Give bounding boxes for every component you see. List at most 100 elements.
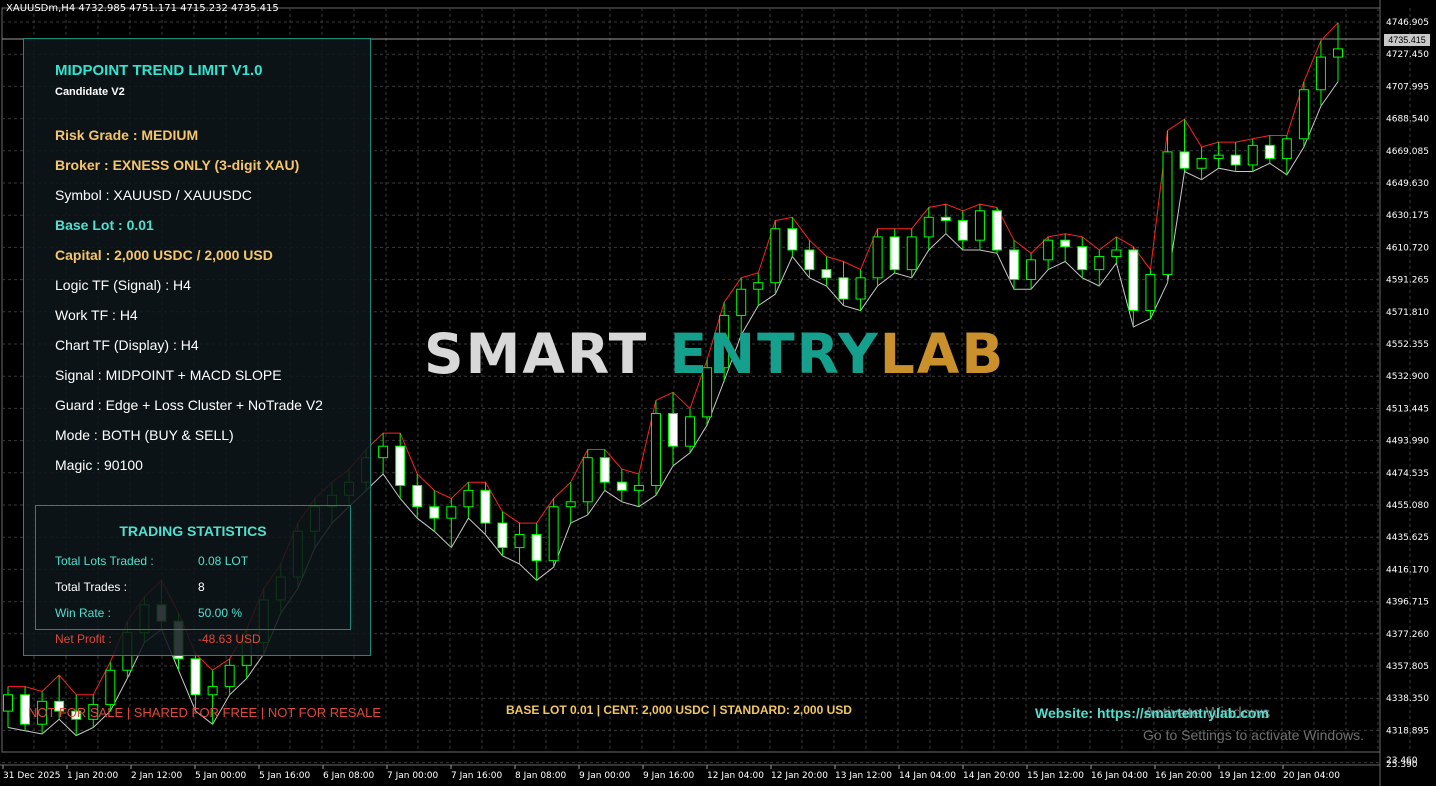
- candle-body: [105, 669, 116, 706]
- time-axis-label: 1 Jan 20:00: [67, 771, 119, 781]
- price-axis-label: 4746.905: [1386, 18, 1429, 28]
- price-axis-label: 4707.995: [1386, 82, 1429, 92]
- price-axis-label: 4669.085: [1386, 147, 1429, 157]
- price-axis: 4746.905 4727.450 4707.995 4688.540 4669.085…: [1379, 0, 1429, 786]
- time-axis-label: 16 Jan 04:00: [1091, 771, 1148, 781]
- panel-row: Logic TF (Signal) : H4: [55, 277, 191, 293]
- time-axis-label: 5 Jan 16:00: [259, 771, 311, 781]
- candle-body: [1213, 154, 1224, 159]
- panel-row: Magic : 90100: [55, 457, 143, 473]
- price-axis-label: 4474.535: [1386, 469, 1429, 479]
- panel-subtitle: Candidate V2: [55, 86, 125, 98]
- candle-body: [1060, 239, 1071, 248]
- candle-body: [804, 249, 815, 271]
- candle-body: [480, 489, 491, 524]
- price-axis-label: 4571.810: [1386, 308, 1429, 318]
- stat-value: -48.63 USD: [198, 632, 261, 646]
- candle-body: [957, 220, 968, 241]
- candle-body: [1026, 259, 1037, 280]
- candle-body: [616, 481, 627, 491]
- candle-body: [650, 413, 661, 486]
- candle-body: [548, 506, 559, 562]
- price-axis-label: 4610.720: [1386, 243, 1429, 253]
- price-axis-label: 4455.080: [1386, 501, 1429, 511]
- stat-label: Total Lots Traded :: [55, 554, 154, 568]
- stats-title: TRADING STATISTICS: [119, 523, 267, 539]
- candle-body: [1009, 249, 1020, 280]
- candle-body: [531, 534, 542, 562]
- time-axis-label: 14 Jan 20:00: [963, 771, 1020, 781]
- candle-body: [1315, 56, 1326, 91]
- candle-body: [940, 216, 951, 222]
- time-axis-label: 9 Jan 00:00: [579, 771, 631, 781]
- trading-statistics-box: TRADING STATISTICS Total Lots Traded : 0.…: [35, 505, 351, 646]
- candle-body: [855, 277, 866, 300]
- time-axis-label: 20 Jan 04:00: [1283, 771, 1340, 781]
- footer-website[interactable]: Website: https://smartentrylab.com: [1035, 705, 1269, 721]
- candle-body: [1196, 157, 1207, 169]
- time-axis-label: 5 Jan 00:00: [195, 771, 247, 781]
- panel-title: MIDPOINT TREND LIMIT V1.0: [55, 62, 263, 79]
- candle-body: [1247, 144, 1258, 166]
- candle-body: [889, 236, 900, 271]
- brand-watermark: SMART ENTRYLAB: [424, 322, 1005, 386]
- candle-body: [582, 457, 593, 503]
- candle-body: [685, 416, 696, 447]
- price-axis-label: 4435.625: [1386, 533, 1429, 543]
- stat-value: 0.08 LOT: [198, 554, 249, 568]
- candle-body: [1094, 256, 1105, 271]
- candle-body: [770, 228, 781, 284]
- time-axis-label: 2 Jan 12:00: [131, 771, 183, 781]
- time-axis-label: 7 Jan 16:00: [451, 771, 503, 781]
- candle-body: [497, 522, 508, 549]
- price-axis-label: 4396.715: [1386, 598, 1429, 608]
- time-axis-label: 12 Jan 20:00: [771, 771, 828, 781]
- price-axis-label: 25.390: [1386, 760, 1418, 770]
- price-axis-label: 4688.540: [1386, 115, 1429, 125]
- current-price-tag: 4735.415: [1384, 34, 1430, 46]
- panel-row: Chart TF (Display) : H4: [55, 337, 199, 353]
- panel-row: Work TF : H4: [55, 307, 138, 323]
- time-axis-label: 12 Jan 04:00: [707, 771, 764, 781]
- time-axis-label: 15 Jan 12:00: [1027, 771, 1084, 781]
- candle-body: [1264, 144, 1275, 159]
- candle-body: [838, 277, 849, 300]
- panel-row: Signal : MIDPOINT + MACD SLOPE: [55, 367, 282, 383]
- candle-body: [395, 445, 406, 486]
- candle-body: [1333, 48, 1343, 58]
- candle-body: [923, 216, 934, 238]
- candle-body: [991, 210, 1002, 251]
- footer-disclaimer: NOT FOR SALE | SHARED FOR FREE | NOT FOR…: [28, 705, 381, 720]
- candle-body: [633, 484, 644, 491]
- time-axis-label: 6 Jan 08:00: [323, 771, 375, 781]
- panel-row: Mode : BOTH (BUY & SELL): [55, 427, 234, 443]
- candle-body: [565, 501, 576, 508]
- time-axis-label: 13 Jan 12:00: [835, 771, 892, 781]
- footer-lot-info: BASE LOT 0.01 | CENT: 2,000 USDC | STAND…: [506, 703, 852, 717]
- time-axis-label: 19 Jan 12:00: [1219, 771, 1276, 781]
- candle-body: [1145, 274, 1156, 312]
- stat-label: Win Rate :: [55, 606, 112, 620]
- symbol-header: XAUUSDm,H4 4732.985 4751.171 4715.232 47…: [6, 3, 279, 14]
- candle-body: [207, 686, 218, 696]
- stat-value: 8: [198, 580, 205, 594]
- candle-body: [1077, 246, 1088, 271]
- price-axis-label: 4513.445: [1386, 404, 1429, 414]
- time-axis-label: 14 Jan 04:00: [899, 771, 956, 781]
- panel-row: Symbol : XAUUSD / XAUUSDC: [55, 187, 252, 203]
- candle-body: [787, 228, 798, 251]
- candle-body: [1298, 89, 1309, 140]
- stat-label: Total Trades :: [55, 580, 128, 594]
- activate-windows-hint: Go to Settings to activate Windows.: [1143, 727, 1364, 743]
- price-axis-label: 4338.350: [1386, 694, 1429, 704]
- candle-body: [821, 269, 832, 279]
- time-axis-label: 7 Jan 00:00: [387, 771, 439, 781]
- price-axis-label: 4552.355: [1386, 340, 1429, 350]
- panel-row: Guard : Edge + Loss Cluster + NoTrade V2: [55, 397, 323, 413]
- panel-row: Base Lot : 0.01: [55, 217, 154, 233]
- price-axis-label: 4630.175: [1386, 211, 1429, 221]
- candle-body: [412, 484, 423, 508]
- candle-body: [463, 489, 474, 508]
- time-axis: 31 Dec 2025 1 Jan 20:00 2 Jan 12:00 5 Jan 0…: [0, 764, 1380, 781]
- stat-label: Net Profit :: [55, 632, 112, 646]
